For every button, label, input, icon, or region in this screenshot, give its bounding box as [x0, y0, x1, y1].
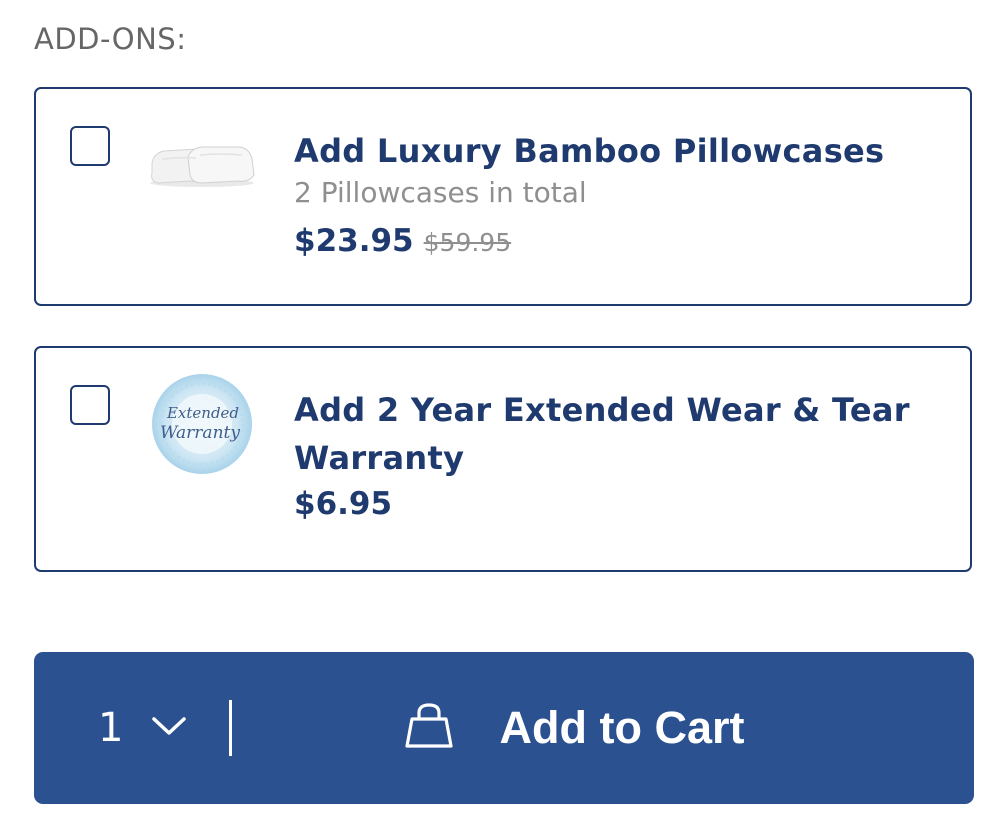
- addon-checkbox-warranty[interactable]: [70, 385, 110, 425]
- quantity-value: 1: [98, 705, 124, 751]
- addon-price-warranty: $6.95: [294, 486, 393, 522]
- addon-price-pillowcases: $23.95: [294, 223, 414, 259]
- add-to-cart-label: Add to Cart: [499, 702, 745, 753]
- addons-heading: ADD-ONS:: [34, 22, 187, 56]
- badge-text-extended: Extended: [166, 404, 239, 422]
- addon-card-pillowcases[interactable]: Add Luxury Bamboo Pillowcases 2 Pillowca…: [34, 87, 972, 306]
- product-addons-panel: ADD-ONS: Add Luxury Bamboo Pillowcases 2…: [0, 0, 996, 828]
- quantity-select[interactable]: 1: [84, 652, 234, 804]
- extended-warranty-badge: Extended Warranty: [142, 370, 262, 480]
- addon-original-price-pillowcases: $59.95: [423, 228, 512, 257]
- addon-checkbox-pillowcases[interactable]: [70, 126, 110, 166]
- add-to-cart-button[interactable]: Add to Cart: [254, 652, 974, 804]
- add-to-cart-bar: 1 Add to Cart: [34, 652, 974, 804]
- addon-title-pillowcases: Add Luxury Bamboo Pillowcases: [294, 132, 885, 170]
- chevron-down-icon: [151, 715, 187, 742]
- shopping-bag-icon: [404, 702, 454, 754]
- addon-subtitle-pillowcases: 2 Pillowcases in total: [294, 176, 587, 209]
- badge-text-warranty: Warranty: [160, 423, 240, 443]
- addon-card-warranty[interactable]: Extended Warranty Add 2 Year Extended We…: [34, 346, 972, 572]
- addon-title-warranty: Add 2 Year Extended Wear & Tear Warranty: [294, 391, 910, 477]
- pillowcases-image: [142, 111, 262, 221]
- quantity-divider: [229, 700, 232, 756]
